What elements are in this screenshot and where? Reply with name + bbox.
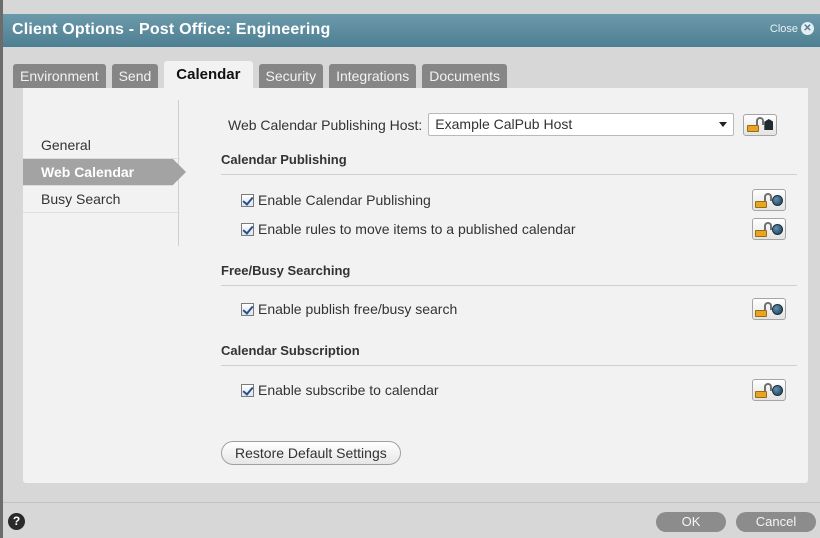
title-bar: Client Options - Post Office: Engineerin… (3, 14, 820, 47)
checkbox[interactable] (241, 222, 254, 236)
sidebar-list: General Web Calendar Busy Search (23, 132, 186, 213)
footer-divider (3, 502, 820, 503)
option-enable-calendar-publishing[interactable]: Enable Calendar Publishing (241, 192, 431, 208)
host-label: Web Calendar Publishing Host: (228, 116, 423, 133)
checkbox[interactable] (241, 193, 254, 207)
checkbox[interactable] (241, 302, 254, 316)
lock-button-free-busy[interactable] (752, 298, 786, 320)
option-enable-publish-free-busy[interactable]: Enable publish free/busy search (241, 301, 457, 317)
lock-icon (747, 117, 765, 132)
help-icon[interactable]: ? (8, 513, 25, 530)
restore-defaults-button[interactable]: Restore Default Settings (221, 441, 401, 465)
lock-button-subscribe[interactable] (752, 379, 786, 401)
tab-send[interactable]: Send (111, 64, 159, 88)
close-label: Close (769, 22, 798, 35)
host-lock-button[interactable] (743, 113, 778, 136)
section-calendar-publishing: Calendar Publishing (221, 152, 797, 175)
lock-button-rules-move-items[interactable] (752, 218, 786, 240)
tab-integrations[interactable]: Integrations (329, 64, 417, 88)
option-label: Enable Calendar Publishing (258, 192, 431, 208)
option-label: Enable subscribe to calendar (258, 382, 439, 398)
close-button[interactable]: Close ✕ (770, 22, 814, 35)
host-select-value: Example CalPub Host (435, 116, 573, 132)
client-options-dialog: Client Options - Post Office: Engineerin… (0, 0, 820, 538)
tab-security[interactable]: Security (258, 64, 324, 88)
tab-documents[interactable]: Documents (422, 64, 508, 88)
host-select[interactable]: Example CalPub Host (428, 113, 735, 136)
ok-button[interactable]: OK (656, 512, 726, 532)
globe-icon (772, 384, 783, 396)
calendar-panel: General Web Calendar Busy Search Web Cal… (23, 88, 808, 483)
lock-icon (755, 301, 772, 317)
cancel-button[interactable]: Cancel (736, 512, 816, 532)
globe-icon (772, 303, 783, 315)
close-icon: ✕ (801, 22, 814, 35)
sidebar-item-web-calendar[interactable]: Web Calendar (23, 159, 186, 186)
option-label: Enable publish free/busy search (258, 301, 458, 317)
sidebar-item-general[interactable]: General (23, 132, 180, 159)
section-calendar-subscription: Calendar Subscription (221, 343, 797, 366)
option-label: Enable rules to move items to a publishe… (258, 221, 576, 237)
checkbox[interactable] (241, 383, 254, 397)
globe-icon (772, 223, 783, 235)
sidebar-item-busy-search[interactable]: Busy Search (23, 186, 180, 213)
tab-calendar[interactable]: Calendar (164, 61, 253, 88)
tab-environment[interactable]: Environment (13, 64, 106, 88)
section-free-busy-searching: Free/Busy Searching (221, 263, 797, 286)
document-icon (764, 119, 774, 130)
globe-icon (772, 194, 783, 206)
dialog-title: Client Options - Post Office: Engineerin… (12, 21, 331, 38)
option-enable-subscribe-calendar[interactable]: Enable subscribe to calendar (241, 382, 439, 398)
chevron-down-icon (719, 122, 728, 127)
tab-bar: Environment Send Calendar Security Integ… (13, 61, 508, 88)
option-enable-rules-move-items[interactable]: Enable rules to move items to a publishe… (241, 221, 576, 237)
lock-icon (755, 192, 772, 208)
lock-icon (755, 221, 772, 237)
lock-button-calendar-publishing[interactable] (752, 189, 786, 211)
host-row: Web Calendar Publishing Host: Example Ca… (228, 113, 778, 136)
lock-icon (755, 382, 772, 398)
